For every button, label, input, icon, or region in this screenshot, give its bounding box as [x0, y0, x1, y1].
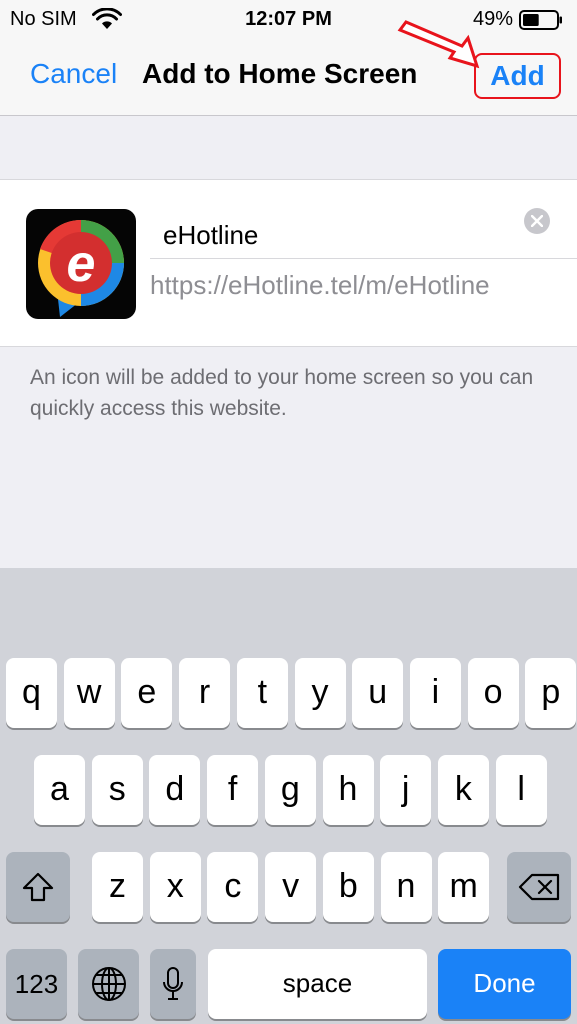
- backspace-key[interactable]: [507, 852, 571, 922]
- key-f[interactable]: f: [207, 755, 259, 825]
- key-p[interactable]: p: [525, 658, 577, 728]
- key-y[interactable]: y: [294, 658, 346, 728]
- key-e[interactable]: e: [121, 658, 173, 728]
- clear-text-button[interactable]: [524, 208, 550, 234]
- key-w[interactable]: w: [63, 658, 115, 728]
- bookmark-url: https://eHotline.tel/m/eHotline: [150, 270, 490, 300]
- annotation-arrow: [397, 20, 480, 69]
- footer-note: An icon will be added to your home scree…: [30, 366, 534, 420]
- key-x[interactable]: x: [149, 852, 201, 922]
- key-h[interactable]: h: [322, 755, 374, 825]
- globe-icon: [91, 967, 126, 1001]
- numbers-key[interactable]: 123: [6, 949, 67, 1019]
- shift-key[interactable]: [6, 852, 70, 922]
- keyboard: qwertyuiop asdfghjkl zxcvbnm 123 space D…: [0, 568, 577, 1024]
- battery-icon: [519, 10, 562, 30]
- key-a[interactable]: a: [34, 755, 85, 825]
- key-m[interactable]: m: [438, 852, 490, 922]
- key-u[interactable]: u: [352, 658, 404, 728]
- ehotline-app-icon: e: [26, 209, 136, 319]
- key-s[interactable]: s: [91, 755, 143, 825]
- key-c[interactable]: c: [207, 852, 259, 922]
- microphone-icon: [163, 967, 183, 1000]
- shift-icon: [22, 872, 54, 902]
- key-r[interactable]: r: [179, 658, 231, 728]
- done-key[interactable]: Done: [438, 949, 571, 1019]
- bookmark-name-field[interactable]: [163, 220, 513, 251]
- key-d[interactable]: d: [149, 755, 201, 825]
- key-b[interactable]: b: [322, 852, 374, 922]
- key-z[interactable]: z: [92, 852, 143, 922]
- backspace-icon: [518, 873, 560, 901]
- svg-text:e: e: [67, 235, 96, 293]
- globe-key[interactable]: [78, 949, 139, 1019]
- key-j[interactable]: j: [380, 755, 432, 825]
- key-i[interactable]: i: [409, 658, 461, 728]
- key-k[interactable]: k: [437, 755, 489, 825]
- cancel-button[interactable]: Cancel: [30, 58, 117, 90]
- field-divider: [150, 258, 577, 259]
- page-title: Add to Home Screen: [142, 58, 418, 89]
- key-n[interactable]: n: [380, 852, 432, 922]
- key-g[interactable]: g: [264, 755, 316, 825]
- key-t[interactable]: t: [236, 658, 288, 728]
- bookmark-card: e https://eHotline.tel/m/eHotline: [0, 179, 577, 347]
- key-l[interactable]: l: [495, 755, 547, 825]
- key-v[interactable]: v: [265, 852, 317, 922]
- close-icon: [531, 215, 543, 227]
- microphone-key[interactable]: [150, 949, 196, 1019]
- key-q[interactable]: q: [6, 658, 57, 728]
- space-key[interactable]: space: [208, 949, 427, 1019]
- key-o[interactable]: o: [467, 658, 519, 728]
